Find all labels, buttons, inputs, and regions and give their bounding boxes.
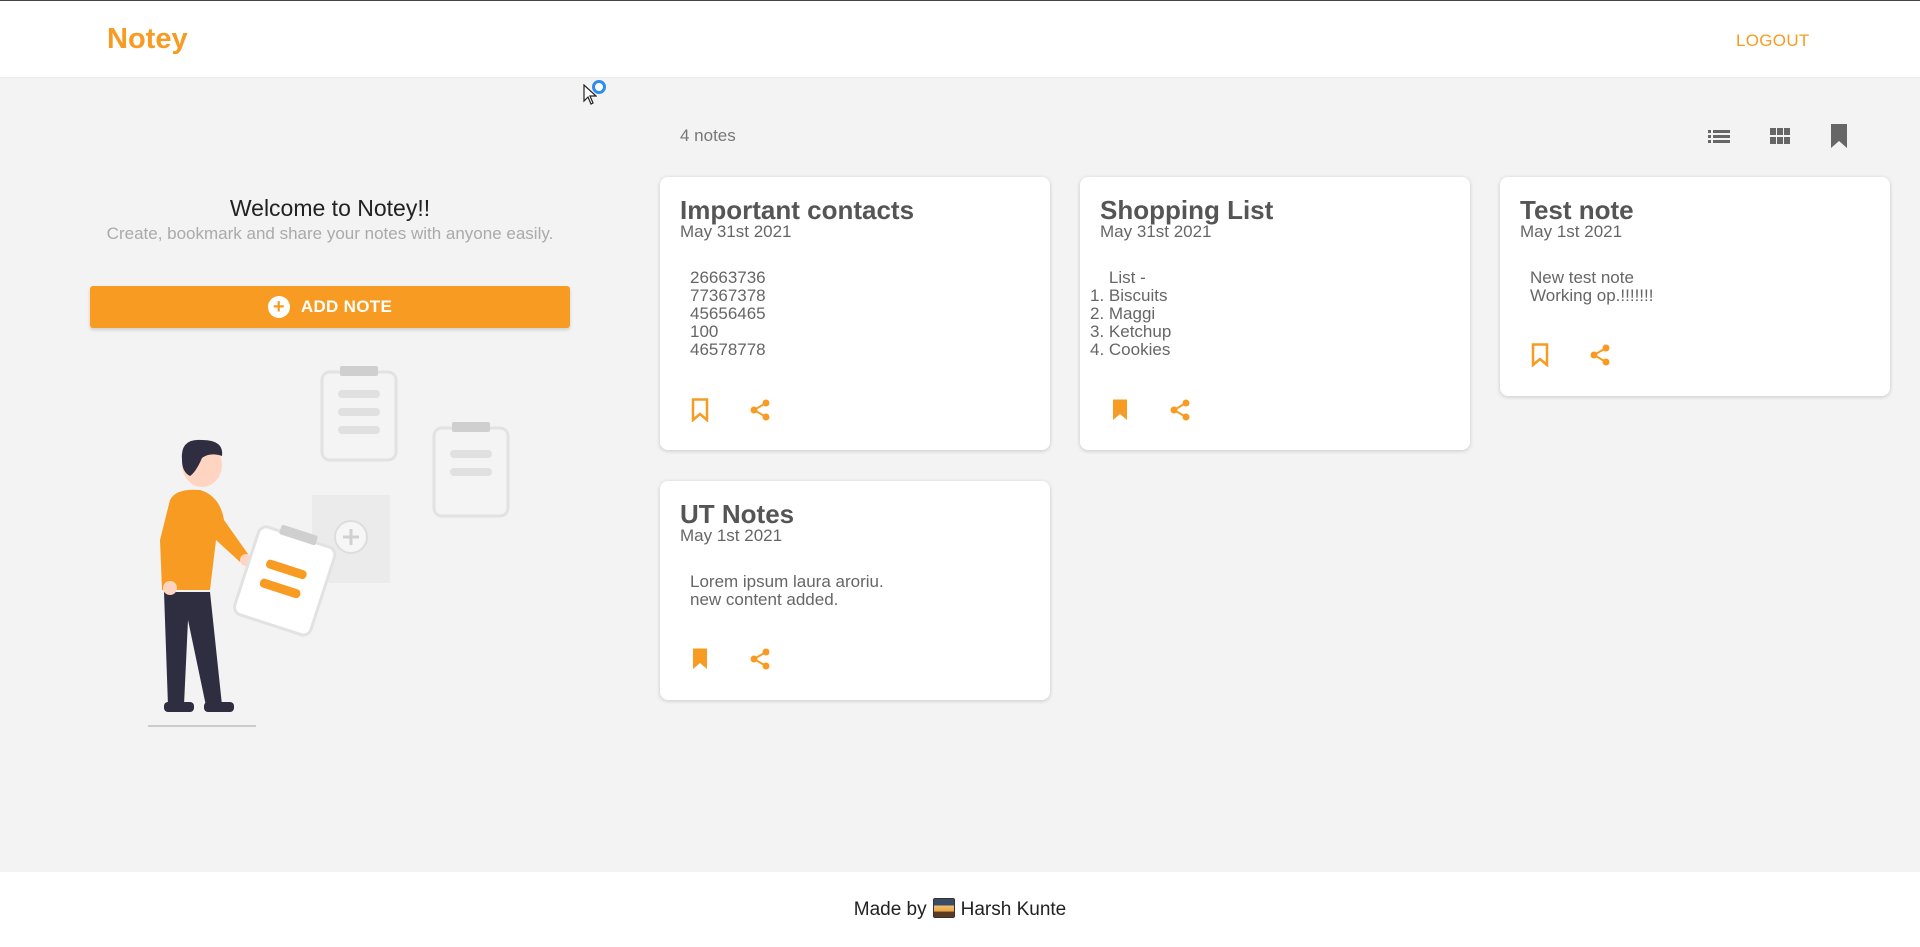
bookmark-filled-icon[interactable] — [686, 645, 714, 673]
add-note-label: ADD NOTE — [300, 297, 393, 316]
person-with-notes-illustration — [148, 366, 510, 727]
note-card[interactable]: Shopping List May 31st 2021 List - 1. Bi… — [1080, 177, 1470, 450]
note-card[interactable]: UT Notes May 1st 2021 Lorem ipsum laura … — [660, 481, 1050, 700]
list-view-icon[interactable] — [1705, 122, 1733, 150]
welcome-title: Welcome to Notey!! — [229, 195, 431, 221]
author-avatar-icon — [932, 898, 955, 918]
add-circle-icon: + — [267, 296, 290, 318]
logout-button[interactable]: LOGOUT — [1736, 31, 1810, 51]
bookmark-outline-icon[interactable] — [1526, 341, 1554, 369]
note-card[interactable]: Test note May 1st 2021 New test note Wor… — [1500, 177, 1890, 396]
bookmark-outline-icon[interactable] — [686, 396, 714, 424]
bookmark-filled-icon[interactable] — [1106, 396, 1134, 424]
share-icon[interactable] — [1586, 341, 1614, 369]
grid-view-icon[interactable] — [1766, 122, 1794, 150]
note-date: May 1st 2021 — [1520, 222, 1623, 241]
clipboard-icon — [432, 422, 510, 518]
footer: Made by Harsh Kunte — [0, 872, 1920, 947]
top-navbar: Notey LOGOUT — [0, 0, 1920, 77]
loading-indicator-icon — [592, 80, 606, 94]
note-content: List - 1. Biscuits 2. Maggi 3. Ketchup 4… — [1090, 268, 1172, 359]
share-icon[interactable] — [746, 396, 774, 424]
clipboard-icon — [320, 366, 398, 462]
person-figure — [148, 439, 256, 727]
footer-author[interactable]: Harsh Kunte — [961, 899, 1067, 920]
note-date: May 1st 2021 — [680, 526, 783, 545]
add-note-button[interactable]: + ADD NOTE — [90, 286, 570, 328]
note-date: May 31st 2021 — [680, 222, 792, 241]
brand-logo[interactable]: Notey — [107, 23, 188, 56]
share-icon[interactable] — [746, 645, 774, 673]
note-count: 4 notes — [680, 126, 736, 145]
footer-credit: Made by Harsh Kunte — [0, 898, 1920, 921]
note-content: New test note Working op.!!!!!!! — [1530, 268, 1654, 305]
bookmark-filter-icon[interactable] — [1825, 122, 1853, 150]
welcome-subtitle: Create, bookmark and share your notes wi… — [106, 224, 554, 243]
share-icon[interactable] — [1166, 396, 1194, 424]
note-card[interactable]: Important contacts May 31st 2021 2666373… — [660, 177, 1050, 450]
footer-made-by: Made by — [853, 899, 927, 920]
note-content: 26663736 77367378 45656465 100 46578778 — [690, 268, 766, 359]
note-content: Lorem ipsum laura aroriu. new content ad… — [690, 572, 884, 609]
note-date: May 31st 2021 — [1100, 222, 1212, 241]
